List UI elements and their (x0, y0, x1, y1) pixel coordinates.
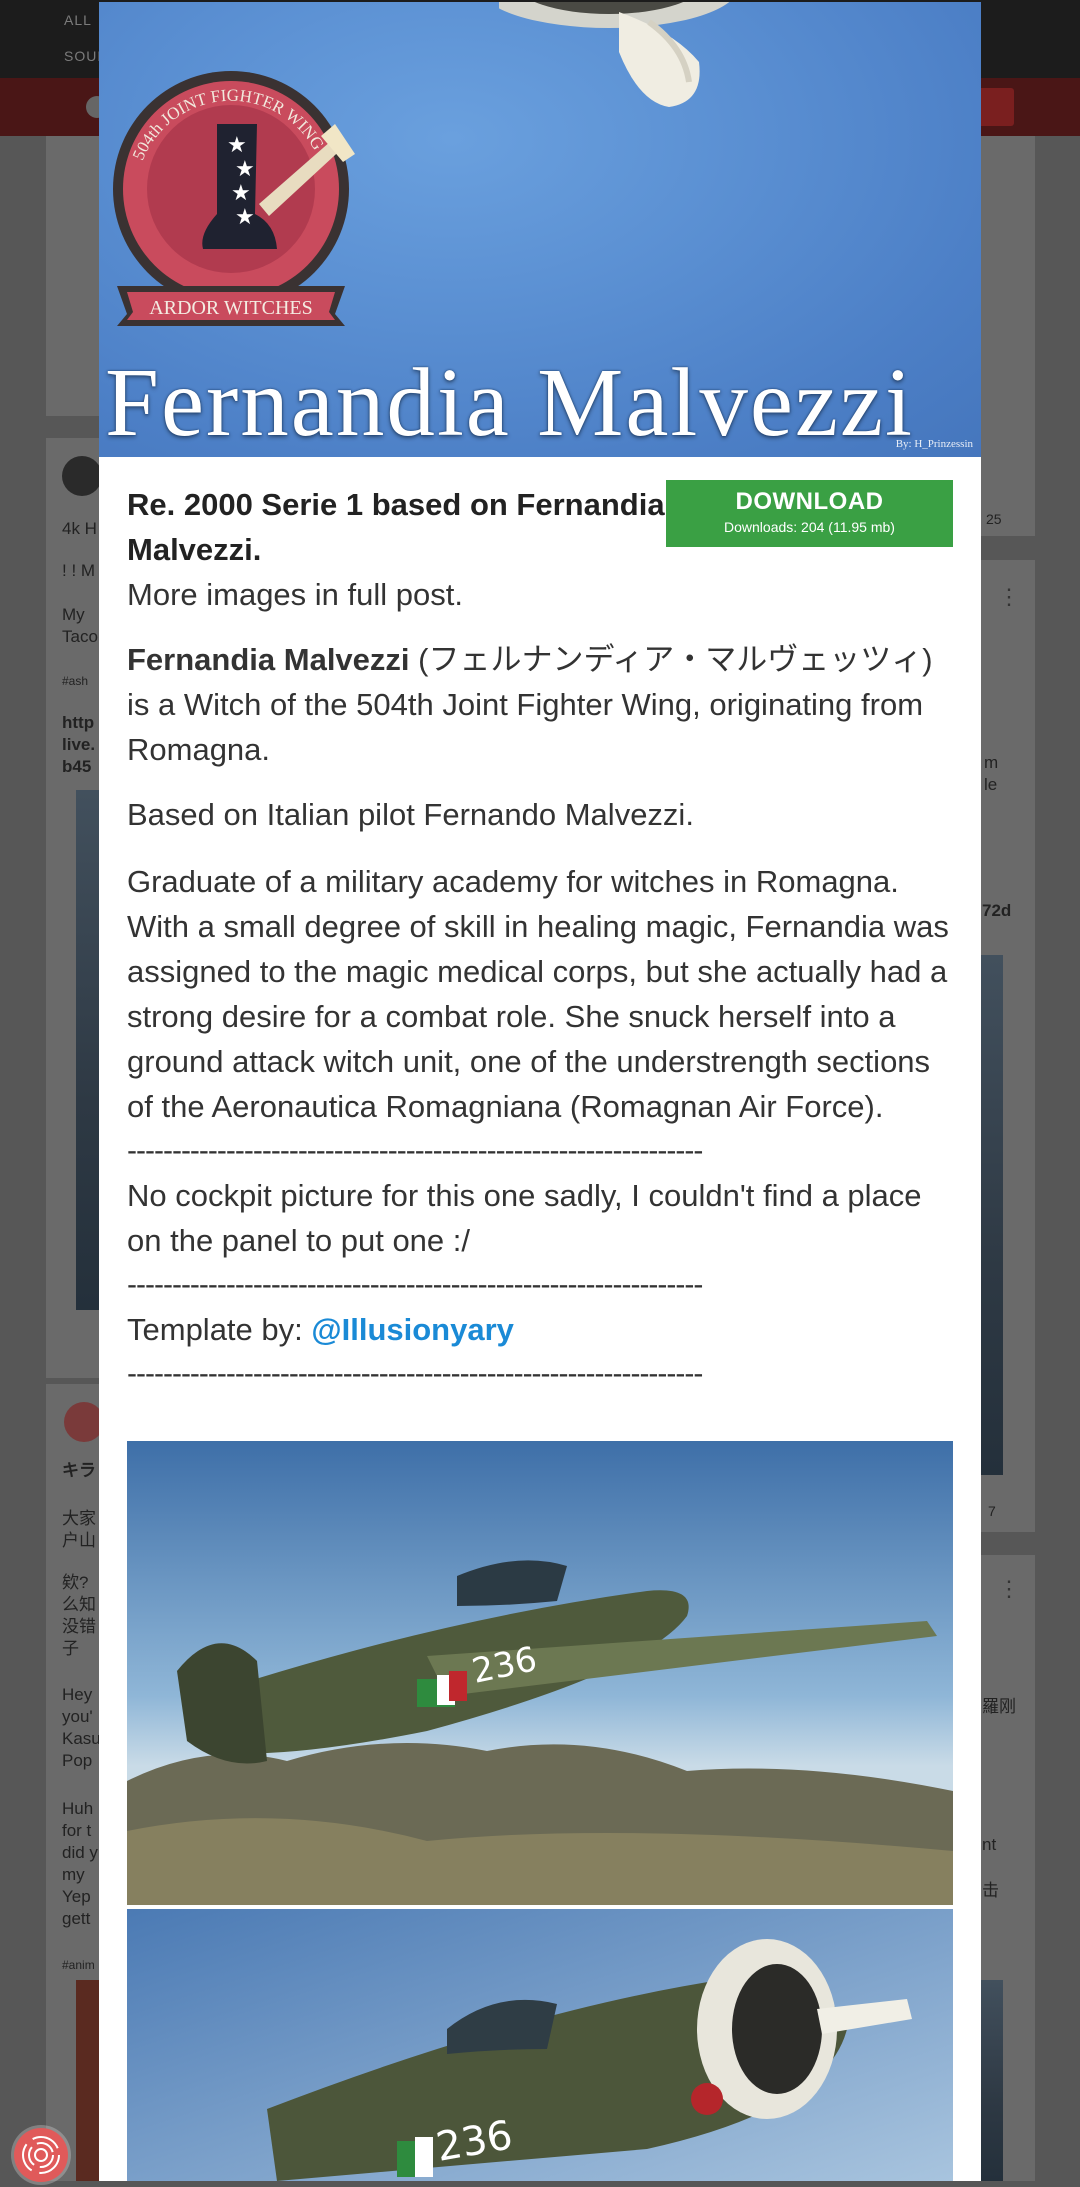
banner-image: ★ ★ ★ ★ 504th JOINT FIGHTER WING ARDOR W… (99, 2, 981, 457)
aircraft-screenshot-1[interactable]: 236 (127, 1441, 953, 1905)
bg-text: ! ! M (62, 561, 96, 580)
bg-more-icon: ⋮ (998, 1576, 1020, 1601)
bg-text: Huh for t did y my Yep gett (62, 1799, 98, 1928)
svg-text:★: ★ (231, 181, 251, 206)
aircraft-screenshot-2[interactable]: 236 (127, 1909, 953, 2181)
bg-card (981, 136, 1035, 536)
ardor-witches-emblem: ★ ★ ★ ★ 504th JOINT FIGHTER WING ARDOR W… (113, 71, 355, 326)
bg-text: #anim (62, 1958, 95, 1972)
svg-text:★: ★ (235, 205, 255, 230)
bg-image (76, 1980, 100, 2181)
more-images-note: More images in full post. (127, 577, 463, 612)
svg-text:★: ★ (227, 133, 247, 158)
intro-paragraph: Fernandia Malvezzi (フェルナンディア・マルヴェッツィ) is… (127, 637, 953, 772)
svg-text:★: ★ (235, 157, 255, 182)
bg-text: My Taco (62, 605, 98, 646)
bg-text: 羅刚 (982, 1697, 1016, 1716)
bg-image (981, 955, 1003, 1475)
bg-text: m le (984, 753, 999, 794)
bg-text: http live. b45 (62, 713, 96, 776)
banner-title: Fernandia Malvezzi (105, 349, 914, 456)
bg-text: 72d (982, 901, 1012, 920)
propeller-spinner-graphic (499, 2, 730, 107)
bg-more-icon: ⋮ (998, 584, 1020, 609)
bg-text: 欸? 么知 没错 子 (62, 1573, 96, 1658)
bg-text: 25 (986, 511, 1002, 527)
bg-text: キラ (62, 1461, 96, 1480)
bg-image (981, 1980, 1003, 2181)
template-label: Template by: (127, 1312, 312, 1347)
post-lead: Re. 2000 Serie 1 based on Fernandia Malv… (127, 487, 665, 567)
svg-text:ARDOR WITCHES: ARDOR WITCHES (149, 297, 313, 319)
banner-credit: By: H_Prinzessin (895, 438, 973, 450)
bg-text: 击 (982, 1881, 999, 1900)
bg-text: Hey you' Kasu Pop (62, 1685, 101, 1770)
bg-text: nt (982, 1835, 997, 1854)
bg-text: 4k H (62, 519, 97, 538)
bg-nav-item: ALL (64, 12, 92, 28)
template-author-link[interactable]: @Illusionyary (311, 1312, 514, 1347)
based-on-paragraph: Based on Italian pilot Fernando Malvezzi… (127, 797, 694, 832)
fingerprint-icon[interactable] (14, 2128, 68, 2182)
post-modal: ★ ★ ★ ★ 504th JOINT FIGHTER WING ARDOR W… (99, 2, 981, 2181)
character-name: Fernandia Malvezzi (127, 642, 410, 677)
bg-avatar (64, 1402, 104, 1442)
bg-image (76, 790, 100, 1310)
bg-text: 7 (988, 1503, 996, 1519)
separator: ----------------------------------------… (127, 1268, 703, 1301)
separator: ----------------------------------------… (127, 1134, 703, 1167)
post-body: Re. 2000 Serie 1 based on Fernandia Malv… (127, 482, 953, 1396)
aircraft-flight-image: 236 (127, 1441, 953, 1905)
bg-text: #ash (62, 674, 89, 688)
bg-avatar (62, 456, 102, 496)
separator: ----------------------------------------… (127, 1357, 703, 1390)
aircraft-closeup-image: 236 (127, 1909, 953, 2181)
template-credit: Template by: @Illusionyary (127, 1307, 953, 1352)
bio-paragraph: Graduate of a military academy for witch… (127, 864, 949, 1124)
bg-card (46, 136, 100, 416)
bg-text: 大家 户山 (62, 1509, 96, 1550)
cockpit-note: No cockpit picture for this one sadly, I… (127, 1178, 922, 1258)
